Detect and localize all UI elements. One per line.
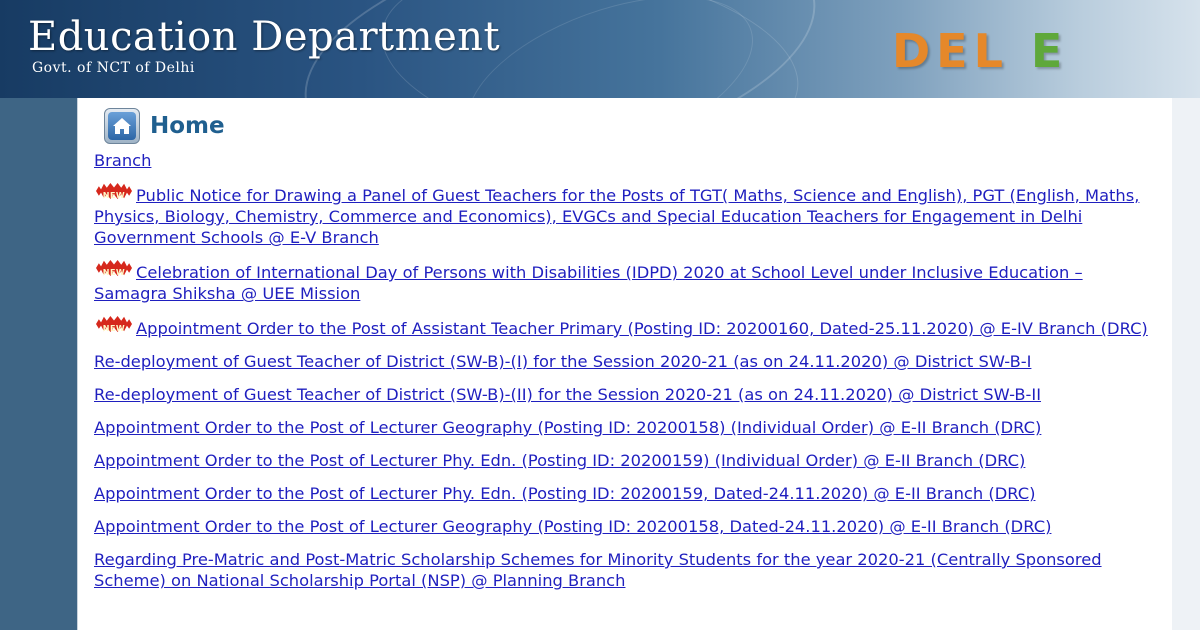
page-title: Home bbox=[150, 113, 225, 139]
notice-link[interactable]: Re-deployment of Guest Teacher of Distri… bbox=[94, 385, 1041, 404]
notice-item: Appointment Order to the Post of Lecture… bbox=[94, 450, 1156, 471]
notice-item: Regarding Pre-Matric and Post-Matric Sch… bbox=[94, 549, 1156, 591]
notice-link[interactable]: Appointment Order to the Post of Assista… bbox=[136, 319, 1148, 338]
notice-link[interactable]: Appointment Order to the Post of Lecture… bbox=[94, 418, 1041, 437]
notice-item: Re-deployment of Guest Teacher of Distri… bbox=[94, 384, 1156, 405]
del-e-logo[interactable]: DEL E bbox=[892, 24, 1068, 78]
new-badge-icon: NEW bbox=[94, 316, 134, 333]
notice-link[interactable]: Celebration of International Day of Pers… bbox=[94, 263, 1083, 303]
new-badge-label: NEW bbox=[102, 268, 126, 277]
notice-item: Branch bbox=[94, 150, 1156, 171]
page-heading: Home bbox=[104, 106, 225, 146]
notice-item: Appointment Order to the Post of Lecture… bbox=[94, 483, 1156, 504]
notice-item: Appointment Order to the Post of Lecture… bbox=[94, 516, 1156, 537]
home-icon[interactable] bbox=[104, 108, 140, 144]
notice-item: NEW Public Notice for Drawing a Panel of … bbox=[94, 183, 1156, 248]
logo-e-text: E bbox=[1030, 24, 1069, 78]
site-subtitle: Govt. of NCT of Delhi bbox=[32, 60, 195, 76]
new-badge-icon: NEW bbox=[94, 183, 134, 200]
house-icon bbox=[113, 118, 131, 134]
notice-item: Appointment Order to the Post of Lecture… bbox=[94, 417, 1156, 438]
notice-link[interactable]: Regarding Pre-Matric and Post-Matric Sch… bbox=[94, 550, 1102, 590]
notice-item: Re-deployment of Guest Teacher of Distri… bbox=[94, 351, 1156, 372]
notice-item: NEW Celebration of International Day of P… bbox=[94, 260, 1156, 304]
new-badge-label: NEW bbox=[102, 324, 126, 333]
home-icon-inner bbox=[108, 112, 136, 140]
site-title[interactable]: Education Department bbox=[28, 14, 500, 60]
content-panel: Home Branch NEW Public Notice for Drawing … bbox=[77, 98, 1172, 630]
notice-link[interactable]: Re-deployment of Guest Teacher of Distri… bbox=[94, 352, 1031, 371]
new-badge-label: NEW bbox=[102, 191, 126, 200]
site-header: Education Department Govt. of NCT of Del… bbox=[0, 0, 1200, 98]
notice-link[interactable]: Public Notice for Drawing a Panel of Gue… bbox=[94, 186, 1139, 247]
notice-item: NEW Appointment Order to the Post of Assi… bbox=[94, 316, 1156, 339]
notice-link[interactable]: Appointment Order to the Post of Lecture… bbox=[94, 451, 1025, 470]
notice-link[interactable]: Appointment Order to the Post of Lecture… bbox=[94, 517, 1051, 536]
new-badge-icon: NEW bbox=[94, 260, 134, 277]
logo-del-text: DEL bbox=[892, 24, 1009, 78]
notice-link[interactable]: Branch bbox=[94, 151, 151, 170]
notice-list: Branch NEW Public Notice for Drawing a Pan… bbox=[94, 150, 1156, 603]
notice-link[interactable]: Appointment Order to the Post of Lecture… bbox=[94, 484, 1035, 503]
right-margin bbox=[1172, 98, 1200, 630]
